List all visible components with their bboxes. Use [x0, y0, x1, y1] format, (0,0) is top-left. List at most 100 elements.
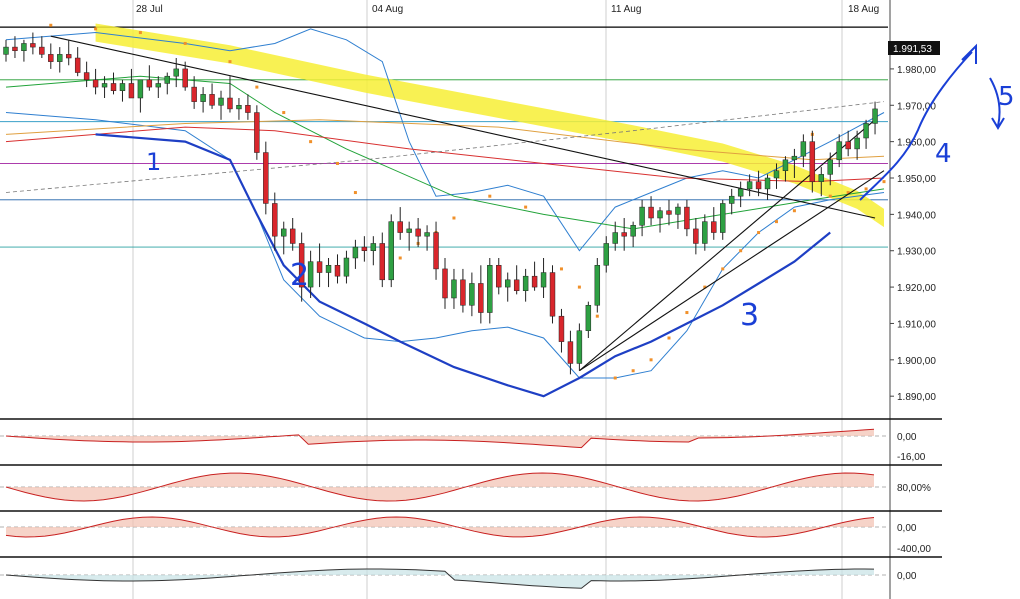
sar-dot [309, 140, 313, 144]
candle-body [119, 83, 126, 91]
sar-dot [183, 41, 187, 45]
sar-dot [452, 216, 456, 220]
candle-body [227, 97, 233, 110]
candle-body [827, 159, 833, 175]
candle-body [513, 279, 520, 291]
candle-body [540, 272, 547, 288]
descending-trendline [50, 35, 876, 219]
y-tick-label: 1.930,00 [897, 247, 936, 258]
candle-body [334, 265, 341, 277]
panel-tick-label: -16,00 [897, 452, 926, 463]
candle-body [415, 228, 421, 237]
candle-body [101, 83, 108, 88]
sar-dot [94, 27, 98, 31]
candle-body [173, 68, 179, 77]
candle-body [594, 265, 601, 306]
candle-body [531, 275, 538, 288]
candle-body [818, 174, 824, 182]
candle-body [128, 83, 135, 99]
candle-body [469, 283, 475, 306]
annotation-wave-3: 3 [740, 298, 759, 333]
x-tick-label: 18 Aug [848, 4, 879, 15]
candle-body [675, 206, 681, 215]
y-tick-label: 1.950,00 [897, 174, 936, 185]
candle-body [137, 79, 144, 99]
candle-body [800, 141, 807, 157]
sar-dot [559, 267, 563, 271]
candle-body [218, 97, 224, 106]
sar-dot [282, 111, 286, 115]
sar-dot [335, 161, 339, 165]
candle-body [155, 83, 162, 88]
candle-body [460, 279, 466, 306]
candle-body [388, 221, 394, 281]
candle-body [397, 221, 403, 233]
bollinger-upper-line [5, 28, 885, 252]
sar-dot [49, 23, 53, 27]
sar-dot [882, 180, 886, 184]
candle-body [702, 221, 708, 244]
panel-area [6, 473, 874, 501]
price-chart[interactable]: 28 Jul 04 Aug 11 Aug 18 Aug 0,00 -16,00 80… [0, 0, 1020, 599]
candle-body [182, 68, 188, 88]
candle-body [728, 195, 735, 204]
candle-body [281, 228, 287, 237]
candle-body [612, 232, 618, 244]
candle-body [74, 57, 81, 73]
sar-dot [398, 256, 402, 260]
candle-body [639, 206, 645, 226]
candle-body [39, 46, 45, 55]
candle-body [863, 123, 869, 139]
hand-drawn-channel-line [95, 133, 831, 398]
panel-area [6, 517, 874, 537]
candle-body [146, 79, 153, 88]
candle-body [343, 257, 350, 277]
candle-body [272, 203, 278, 237]
candle-body [576, 330, 583, 364]
indicator-panels: 0,00 -16,00 80,00% 0,00 -400,00 0,00 [0, 418, 942, 589]
candle-body [245, 105, 251, 113]
y-axis: 1.980,001.970,001.960,001.950,001.940,00… [890, 65, 936, 403]
sar-dot [757, 231, 761, 235]
candle-body [66, 54, 72, 59]
sar-dot [577, 285, 581, 289]
candle-body [209, 94, 215, 106]
candle-body [755, 181, 762, 190]
panel-tick-label: 0,00 [897, 571, 917, 582]
x-tick-label: 11 Aug [611, 4, 641, 15]
panel-tick-label: -400,00 [897, 544, 931, 555]
candle-body [48, 54, 54, 62]
candle-body [92, 79, 99, 88]
panel-area [6, 569, 874, 589]
y-tick-label: 1.900,00 [897, 356, 936, 367]
candle-body [720, 203, 726, 233]
candle-body [478, 283, 484, 313]
candle-body [567, 341, 574, 364]
sar-dot [792, 209, 796, 213]
sar-dot [864, 187, 868, 191]
sar-dot [667, 336, 671, 340]
candle-body [711, 221, 717, 233]
candle-body [684, 206, 690, 230]
sar-dot [595, 314, 599, 318]
candle-body [693, 228, 699, 244]
candle-body [110, 83, 117, 91]
sar-dot [774, 220, 778, 224]
candle-body [522, 275, 529, 291]
sar-dot [524, 205, 528, 209]
candle-body [648, 206, 654, 219]
candle-body [200, 94, 206, 102]
candle-body [236, 105, 242, 110]
sar-dot [613, 376, 617, 380]
grid [132, 0, 891, 599]
candle-body [424, 232, 430, 237]
sar-dot [685, 311, 689, 315]
candle-body [845, 141, 851, 150]
candle-body [836, 141, 842, 161]
x-tick-label: 04 Aug [372, 4, 403, 15]
candle-body [379, 243, 385, 281]
candle-body [630, 225, 636, 237]
candle-body [12, 46, 18, 51]
candle-body [442, 268, 448, 299]
sar-dot [488, 194, 492, 198]
